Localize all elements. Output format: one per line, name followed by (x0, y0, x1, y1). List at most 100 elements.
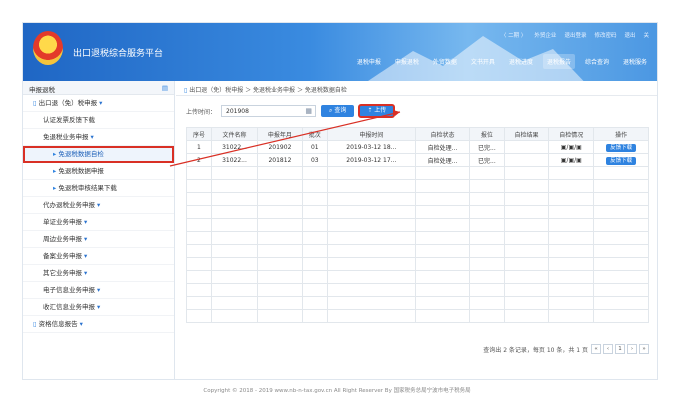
sidebar-item[interactable]: 其它业务申报 ▾ (23, 265, 174, 282)
pagination: 查询出 2 条记录，每页 10 条，共 1 页 «‹ 1 ›» (483, 344, 649, 354)
table-cell (469, 257, 505, 271)
search-bar: 上传时间： 201908 ▦ ⌕ 查询 ⇡ 上传 (186, 104, 396, 118)
pager-button[interactable]: « (591, 344, 601, 354)
collapse-icon[interactable]: ▤ (162, 84, 168, 92)
table-cell (301, 257, 328, 271)
table-cell (301, 296, 328, 310)
table-cell (301, 270, 328, 284)
upload-time-input[interactable]: 201908 ▦ (221, 105, 317, 117)
upload-label: 上传 (374, 107, 387, 114)
table-cell (548, 257, 595, 271)
table-cell: 2019-03-12 18... (326, 140, 416, 154)
sidebar-item[interactable]: ▯ 资格信息报告 ▾ (23, 316, 174, 333)
app-window: 出口退税综合服务平台 〈 二期 〉外贸企业 退出登录 修改密码 退出关 退税申报 申报退… (22, 22, 658, 380)
table-cell (414, 244, 471, 258)
column-header: 文件名称 (210, 127, 259, 141)
main-nav: 退税申报 申报退税 外贸数据 文书开具 退税进度 退税报告 综合查询 退税服务 (353, 54, 651, 69)
table-cell (186, 205, 212, 219)
table-cell (414, 283, 471, 297)
table-cell: 已完... (469, 140, 505, 154)
table-cell (503, 140, 550, 154)
sidebar-item[interactable]: ▸ 免退税数据自检 (23, 146, 174, 163)
chevron-down-icon: ▾ (84, 235, 88, 243)
table-cell (414, 309, 471, 323)
pager-button[interactable]: 1 (615, 344, 625, 354)
table-row (186, 283, 649, 297)
table-cell (326, 231, 416, 245)
table-cell (469, 244, 505, 258)
nav-item[interactable]: 文书开具 (467, 54, 499, 69)
pager-buttons: «‹ 1 ›» (591, 344, 649, 354)
sidebar-title: 申报退税 (29, 86, 55, 94)
table-cell (548, 192, 595, 206)
query-label: 查询 (334, 107, 347, 114)
table-cell (301, 244, 328, 258)
top-link[interactable]: 〈 二期 〉 (501, 31, 527, 39)
table-cell (326, 244, 416, 258)
top-link[interactable]: 退出登录 (564, 31, 586, 39)
sidebar-item[interactable]: 单证业务申报 ▾ (23, 214, 174, 231)
table-cell (301, 179, 328, 193)
top-link[interactable]: 外贸企业 (534, 31, 556, 39)
table-cell (469, 166, 505, 180)
sidebar-item[interactable]: 周边业务申报 ▾ (23, 231, 174, 248)
tax-emblem-logo (33, 31, 63, 65)
sidebar-item[interactable]: ▸ 免退税审核结果下载 (23, 180, 174, 197)
sidebar-item[interactable]: 收汇信息业务申报 ▾ (23, 299, 174, 316)
download-feedback-button[interactable]: 反馈下载 (606, 144, 637, 152)
top-link[interactable]: 退出 (624, 31, 635, 39)
table-cell (414, 205, 471, 219)
table-cell[interactable]: ▣/▣/▣ (548, 153, 595, 167)
document-icon: ▯ (184, 87, 188, 94)
table-row (186, 179, 649, 193)
table-cell (301, 205, 328, 219)
table-cell (593, 309, 649, 323)
table-cell (326, 296, 416, 310)
nav-item[interactable]: 退税报告 (542, 54, 575, 69)
table-cell: 1 (186, 140, 212, 154)
table-row (186, 166, 649, 180)
upload-button[interactable]: ⇡ 上传 (358, 104, 396, 118)
table-cell (257, 296, 303, 310)
calendar-icon[interactable]: ▦ (305, 107, 312, 115)
sidebar-item[interactable]: 备案业务申报 ▾ (23, 248, 174, 265)
table-cell (326, 309, 416, 323)
table-cell (210, 179, 259, 193)
chevron-down-icon: ▾ (99, 99, 103, 107)
nav-item[interactable]: 退税申报 (353, 54, 385, 69)
table-cell (414, 179, 471, 193)
sidebar-item[interactable]: ▯ 出口退（免）税申报 ▾ (23, 95, 174, 112)
sidebar-item[interactable]: ▸ 免退税数据申报 (23, 163, 174, 180)
top-links: 〈 二期 〉外贸企业 退出登录 修改密码 退出关 (501, 31, 649, 39)
sidebar-item[interactable]: 代办退税业务申报 ▾ (23, 197, 174, 214)
pager-button[interactable]: › (627, 344, 637, 354)
table-cell: 01 (301, 140, 328, 154)
download-feedback-button[interactable]: 反馈下载 (606, 157, 637, 165)
top-link[interactable]: 关 (643, 31, 649, 39)
nav-item[interactable]: 退税进度 (505, 54, 537, 69)
nav-item[interactable]: 外贸数据 (429, 54, 461, 69)
column-header: 序号 (186, 127, 212, 141)
table-cell (548, 218, 595, 232)
table-cell (503, 205, 550, 219)
table-cell (414, 218, 471, 232)
query-button[interactable]: ⌕ 查询 (321, 105, 355, 117)
table-cell (503, 257, 550, 271)
nav-item[interactable]: 申报退税 (391, 54, 423, 69)
table-cell: 自检处理... (414, 153, 471, 167)
nav-item[interactable]: 综合查询 (581, 54, 613, 69)
nav-item[interactable]: 退税服务 (619, 54, 651, 69)
table-cell (503, 192, 550, 206)
top-link[interactable]: 修改密码 (594, 31, 616, 39)
table-cell (257, 257, 303, 271)
pager-button[interactable]: ‹ (603, 344, 613, 354)
table-cell (414, 296, 471, 310)
sidebar-item[interactable]: 免退税业务申报 ▾ (23, 129, 174, 146)
sidebar-item[interactable]: 认证发票反馈下载 (23, 112, 174, 129)
table-cell (257, 244, 303, 258)
pager-button[interactable]: » (639, 344, 649, 354)
sidebar-item[interactable]: 电子信息业务申报 ▾ (23, 282, 174, 299)
table-cell[interactable]: ▣/▣/▣ (548, 140, 595, 154)
table-cell (210, 309, 259, 323)
sidebar-item-label: 资格信息报告 (38, 320, 78, 328)
